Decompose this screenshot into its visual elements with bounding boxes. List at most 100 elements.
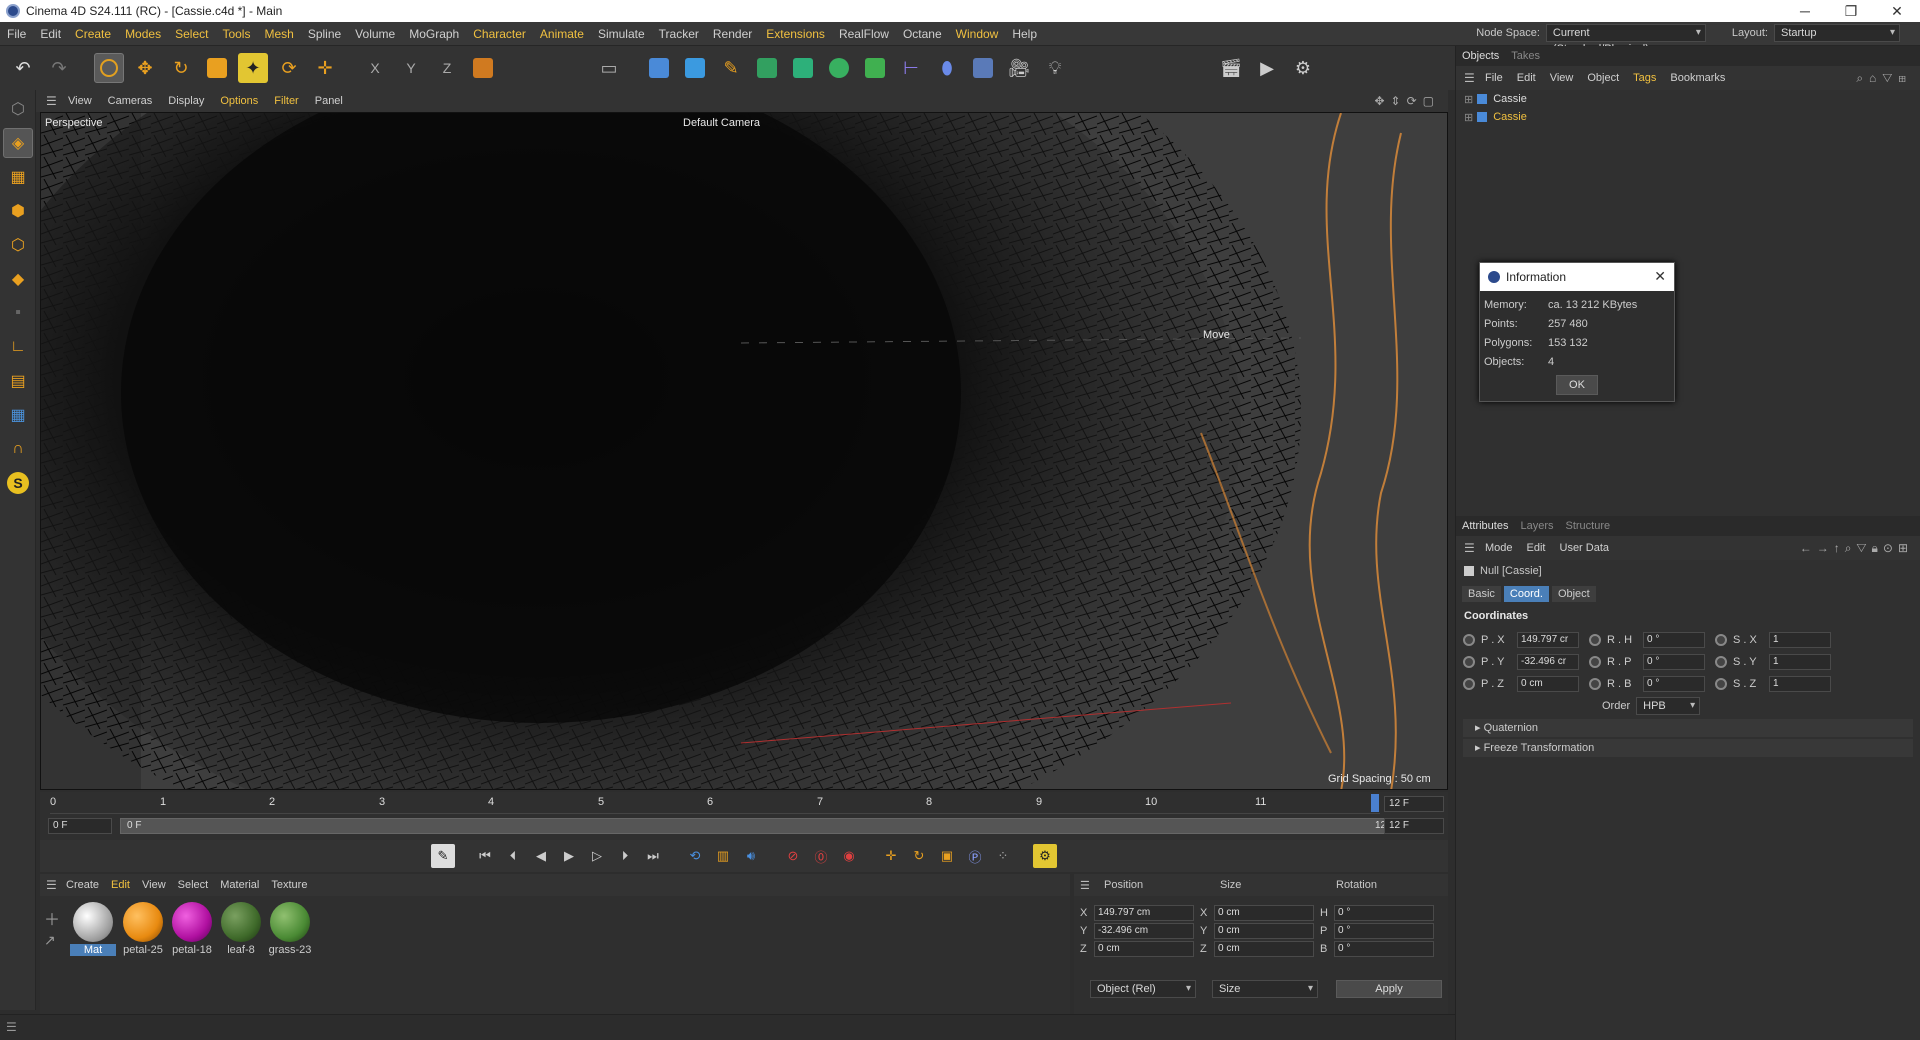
points-mode-icon[interactable]: ⬢ [3, 196, 33, 226]
deformer-icon[interactable]: ⊢ [896, 53, 926, 83]
cloner-icon[interactable] [824, 53, 854, 83]
maximize-icon[interactable]: ❐ [1828, 0, 1874, 22]
subtab-basic[interactable]: Basic [1462, 586, 1501, 602]
vp-menu-options[interactable]: Options [212, 95, 266, 107]
material-petal-25[interactable]: petal-25 [120, 902, 166, 956]
ok-button[interactable]: OK [1556, 375, 1598, 395]
attr-sy-field[interactable]: 1 [1769, 654, 1831, 670]
vp-menu-panel[interactable]: Panel [307, 95, 351, 107]
attr-sx-field[interactable]: 1 [1769, 632, 1831, 648]
hamburger-icon[interactable]: ☰ [46, 94, 60, 108]
prev-key-icon[interactable]: ⏴ [501, 844, 525, 868]
sculpt-icon[interactable]: S [3, 468, 33, 498]
mat-menu-view[interactable]: View [136, 879, 172, 891]
texture-mode-icon[interactable]: ▦ [3, 162, 33, 192]
next-key-icon[interactable]: ⏵ [613, 844, 637, 868]
snapping-icon[interactable]: ∩ [3, 434, 33, 464]
pen-spline-icon[interactable]: ✎ [716, 53, 746, 83]
order-select[interactable]: HPB [1636, 697, 1701, 715]
mat-menu-edit[interactable]: Edit [105, 879, 136, 891]
anim-radio-icon[interactable] [1715, 656, 1727, 668]
obj-menu-bookmarks[interactable]: Bookmarks [1663, 72, 1732, 84]
null-object-icon[interactable] [644, 53, 674, 83]
autokey-icon[interactable]: ⓪ [809, 844, 833, 868]
camera-name[interactable]: Default Camera [683, 117, 760, 129]
y-axis-icon[interactable]: Y [396, 53, 426, 83]
attr-px-field[interactable]: 149.797 cr [1517, 632, 1579, 648]
rotation-p-field[interactable]: 0 ° [1334, 923, 1434, 939]
axis-mode-icon[interactable]: ∟ [3, 332, 33, 362]
go-to-start-icon[interactable]: ⏮ [473, 844, 497, 868]
apply-material-icon[interactable]: ↗ [44, 932, 56, 949]
menu-tracker[interactable]: Tracker [652, 27, 706, 41]
size-z-field[interactable]: 0 cm [1214, 941, 1314, 957]
attr-menu-mode[interactable]: Mode [1478, 542, 1520, 554]
tab-takes[interactable]: Takes [1505, 50, 1546, 62]
anim-radio-icon[interactable] [1589, 678, 1601, 690]
sound-icon[interactable]: 🔊︎ [739, 844, 763, 868]
polygons-mode-icon[interactable]: ◆ [3, 264, 33, 294]
tab-structure[interactable]: Structure [1560, 520, 1617, 532]
key-scale-icon[interactable]: ▣ [935, 844, 959, 868]
tab-layers[interactable]: Layers [1514, 520, 1559, 532]
anim-radio-icon[interactable] [1463, 634, 1475, 646]
menu-simulate[interactable]: Simulate [591, 27, 652, 41]
render-view-icon[interactable]: 🎬︎ [1216, 53, 1246, 83]
undo-icon[interactable]: ↶ [8, 53, 38, 83]
coords-hamburger-icon[interactable]: ☰ [1080, 879, 1094, 892]
next-frame-icon[interactable]: ▷ [585, 844, 609, 868]
dialog-close-icon[interactable]: ✕ [1654, 268, 1666, 285]
object-row[interactable]: ⊞ Cassie [1456, 108, 1920, 126]
subtab-object[interactable]: Object [1551, 586, 1596, 602]
menu-edit[interactable]: Edit [33, 27, 68, 41]
tab-attributes[interactable]: Attributes [1456, 520, 1514, 532]
subtab-coord[interactable]: Coord. [1503, 586, 1549, 602]
timeline-ruler[interactable]: 0 1 2 3 4 5 6 7 8 9 10 11 [50, 792, 1380, 814]
menu-realflow[interactable]: RealFlow [832, 27, 896, 41]
menu-select[interactable]: Select [168, 27, 215, 41]
x-axis-icon[interactable]: X [360, 53, 390, 83]
obj-menu-tags[interactable]: Tags [1626, 72, 1663, 84]
attr-rb-field[interactable]: 0 ° [1643, 676, 1705, 692]
perspective-viewport[interactable]: Perspective Default Camera Move Grid Spa… [40, 112, 1448, 790]
timeline-marker-icon[interactable]: ▥ [711, 844, 735, 868]
loop-icon[interactable]: ⟲ [683, 844, 707, 868]
playhead[interactable] [1371, 794, 1379, 812]
menu-help[interactable]: Help [1005, 27, 1044, 41]
object-name[interactable]: Cassie [1493, 111, 1527, 123]
material-petal-18[interactable]: petal-18 [169, 902, 215, 956]
material-leaf-8[interactable]: leaf-8 [218, 902, 264, 956]
make-editable-icon[interactable]: ⬡ [3, 94, 33, 124]
menu-create[interactable]: Create [68, 27, 118, 41]
menu-animate[interactable]: Animate [533, 27, 591, 41]
menu-window[interactable]: Window [949, 27, 1006, 41]
menu-tools[interactable]: Tools [215, 27, 257, 41]
attr-py-field[interactable]: -32.496 cr [1517, 654, 1579, 670]
attr-pz-field[interactable]: 0 cm [1517, 676, 1579, 692]
floor-icon[interactable] [968, 53, 998, 83]
vp-menu-filter[interactable]: Filter [266, 95, 306, 107]
workplane-icon[interactable]: ▤ [3, 366, 33, 396]
camera-icon[interactable]: 🎥︎ [1004, 53, 1034, 83]
position-x-field[interactable]: 149.797 cm [1094, 905, 1194, 921]
rotation-b-field[interactable]: 0 ° [1334, 941, 1434, 957]
attr-menu-userdata[interactable]: User Data [1553, 542, 1617, 554]
viewport-nav-icons[interactable]: ✥⇕⟳▢ [1374, 94, 1440, 108]
size-y-field[interactable]: 0 cm [1214, 923, 1314, 939]
transform-tool-icon[interactable]: ⟳ [274, 53, 304, 83]
expand-icon[interactable]: ⊞ [1464, 93, 1473, 106]
live-selection-icon[interactable]: ✦ [238, 53, 268, 83]
objects-search-icons[interactable]: ⌕⌂▽⊞ [1856, 71, 1912, 86]
scheme-icon[interactable]: ⚙ [1033, 844, 1057, 868]
menu-modes[interactable]: Modes [118, 27, 168, 41]
anim-radio-icon[interactable] [1715, 634, 1727, 646]
freeze-transformation-fold[interactable]: ▸ Freeze Transformation [1463, 739, 1913, 757]
keyframe-mode-icon[interactable]: ✎ [431, 844, 455, 868]
scale-tool-icon[interactable] [202, 53, 232, 83]
prev-frame-icon[interactable]: ◀ [529, 844, 553, 868]
attributes-hamburger-icon[interactable]: ☰ [1464, 541, 1478, 555]
anim-radio-icon[interactable] [1463, 656, 1475, 668]
anim-radio-icon[interactable] [1463, 678, 1475, 690]
menu-extensions[interactable]: Extensions [759, 27, 832, 41]
attributes-nav-icons[interactable]: ←→↑⌕▽🔒︎⊙⊞ [1800, 541, 1913, 556]
